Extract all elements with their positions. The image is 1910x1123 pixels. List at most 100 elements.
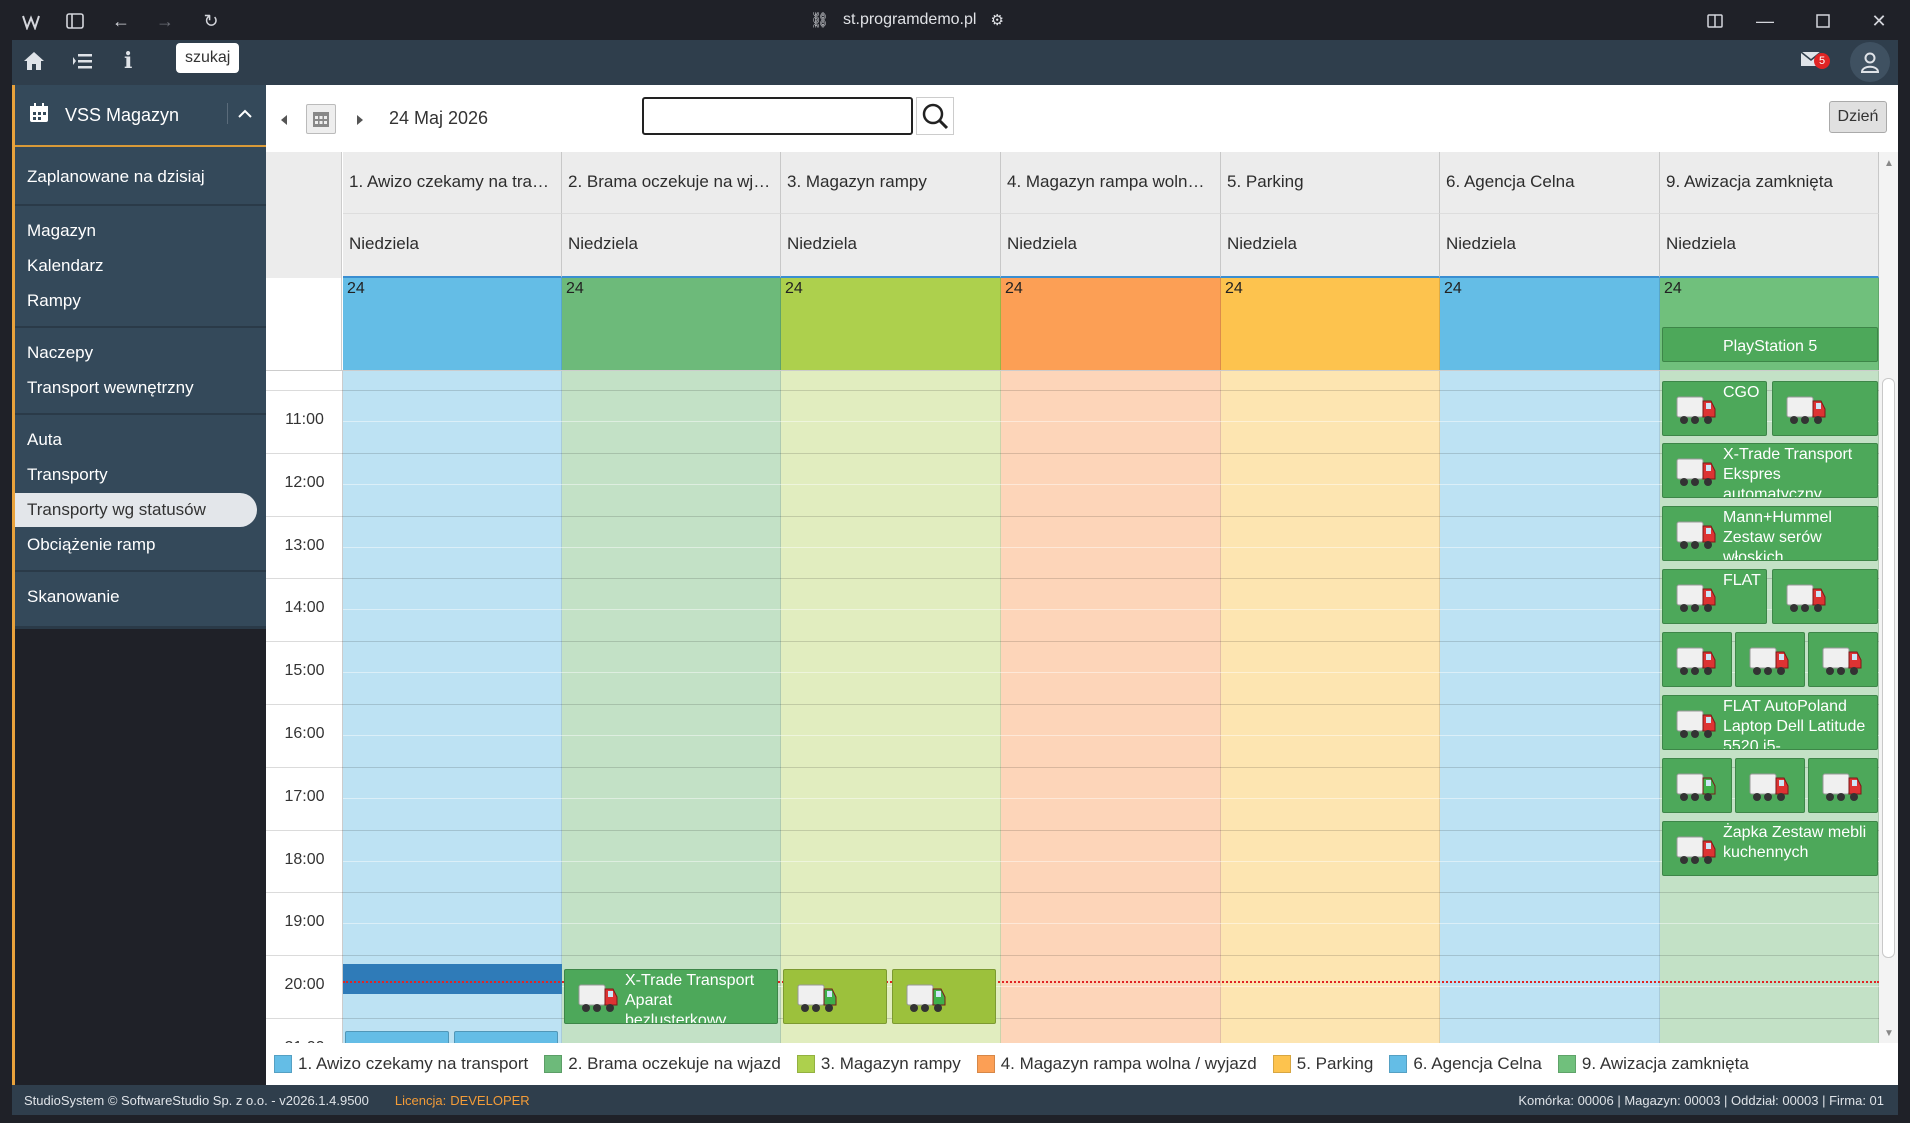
sidebar-header[interactable]: VSS Magazyn bbox=[15, 85, 266, 147]
legend-label: 2. Brama oczekuje na wjazd bbox=[568, 1054, 781, 1073]
sidebar-item-auta[interactable]: Auta bbox=[27, 430, 62, 450]
info-icon[interactable]: i bbox=[124, 48, 132, 74]
column-title: 4. Magazyn rampa woln… bbox=[1007, 172, 1205, 191]
event-card[interactable] bbox=[1662, 632, 1732, 687]
column-header[interactable]: 5. Parking bbox=[1221, 152, 1440, 214]
menu-collapse-icon[interactable] bbox=[72, 52, 94, 75]
sidebar-item-transporty[interactable]: Transporty bbox=[27, 465, 108, 485]
search-input[interactable] bbox=[642, 97, 913, 135]
sidebar-item-magazyn[interactable]: Magazyn bbox=[27, 221, 96, 241]
legend-item: 4. Magazyn rampa wolna / wyjazd bbox=[976, 1054, 1257, 1074]
hour-line bbox=[266, 516, 1879, 517]
allday-cell[interactable]: 24 bbox=[1221, 278, 1440, 370]
column-title: 6. Agencja Celna bbox=[1446, 172, 1575, 191]
search-tooltip[interactable]: szukaj bbox=[176, 43, 240, 73]
sidebar-toggle-icon[interactable] bbox=[62, 8, 88, 34]
hour-line bbox=[266, 830, 1879, 831]
search-button[interactable] bbox=[916, 97, 954, 135]
day-name: Niedziela bbox=[1227, 234, 1297, 253]
legend-swatch bbox=[976, 1055, 995, 1073]
column-header[interactable]: 9. Awizacja zamknięta bbox=[1660, 152, 1879, 214]
half-hour-line bbox=[343, 735, 1879, 736]
sidebar-item-zaplanowane[interactable]: Zaplanowane na dzisiaj bbox=[27, 167, 205, 187]
next-day-icon[interactable] bbox=[356, 113, 364, 131]
current-time-slot[interactable] bbox=[343, 964, 562, 994]
column-body[interactable] bbox=[1001, 370, 1221, 1046]
date-picker-icon[interactable] bbox=[306, 104, 336, 134]
hour-line bbox=[266, 892, 1879, 893]
column-header[interactable]: 6. Agencja Celna bbox=[1440, 152, 1660, 214]
event-card[interactable]: Żapka Zestaw mebli kuchennych bbox=[1662, 821, 1878, 876]
hour-line bbox=[266, 704, 1879, 705]
event-card[interactable]: FLAT bbox=[1662, 569, 1767, 624]
vertical-scrollbar[interactable]: ▲ ▼ bbox=[1879, 152, 1898, 1046]
column-day: Niedziela bbox=[1221, 214, 1440, 278]
column-body[interactable] bbox=[343, 370, 562, 1046]
legend-swatch bbox=[796, 1055, 815, 1073]
column-body[interactable] bbox=[781, 370, 1001, 1046]
event-card[interactable] bbox=[1772, 569, 1878, 624]
truck-icon bbox=[1675, 581, 1717, 615]
user-avatar-icon[interactable] bbox=[1850, 42, 1890, 82]
site-settings-icon[interactable]: ⚙ bbox=[990, 11, 1003, 29]
back-icon[interactable]: ← bbox=[108, 8, 134, 34]
event-card[interactable]: PlayStation 5 bbox=[1662, 327, 1878, 362]
chevron-up-icon[interactable] bbox=[227, 103, 252, 124]
column-body[interactable] bbox=[1440, 370, 1660, 1046]
sidebar-item-skanowanie[interactable]: Skanowanie bbox=[27, 587, 120, 607]
column-header[interactable]: 3. Magazyn rampy bbox=[781, 152, 1001, 214]
sidebar-item-transport-wewnetrzny[interactable]: Transport wewnętrzny bbox=[27, 378, 194, 398]
sidebar-item-kalendarz[interactable]: Kalendarz bbox=[27, 256, 104, 276]
event-card[interactable]: X-Trade Transport Aparat bezlusterkowy bbox=[564, 969, 778, 1024]
day-name: Niedziela bbox=[568, 234, 638, 253]
event-card[interactable]: Mann+Hummel Zestaw serów włoskich bbox=[1662, 506, 1878, 561]
event-card[interactable] bbox=[783, 969, 887, 1024]
sidebar-item-transporty-wg-statusow[interactable]: Transporty wg statusów bbox=[15, 493, 257, 527]
mail-icon[interactable]: 5 bbox=[1800, 51, 1830, 72]
split-view-icon[interactable] bbox=[1702, 8, 1728, 34]
browser-logo-icon[interactable] bbox=[18, 8, 44, 34]
event-card[interactable] bbox=[1808, 632, 1878, 687]
column-body[interactable] bbox=[1221, 370, 1440, 1046]
column-header[interactable]: 4. Magazyn rampa woln… bbox=[1001, 152, 1221, 214]
legend-label: 3. Magazyn rampy bbox=[820, 1054, 961, 1073]
truck-icon bbox=[905, 981, 947, 1015]
event-card[interactable] bbox=[1772, 381, 1878, 436]
event-card[interactable]: FLAT AutoPoland Laptop Dell Latitude 552… bbox=[1662, 695, 1878, 750]
column-header[interactable]: 2. Brama oczekuje na wj… bbox=[562, 152, 781, 214]
legend-label: 1. Awizo czekamy na transport bbox=[298, 1054, 529, 1073]
allday-cell[interactable]: 24 bbox=[781, 278, 1001, 370]
event-label: Żapka Zestaw mebli kuchennych bbox=[1723, 824, 1867, 861]
minimize-icon[interactable]: — bbox=[1752, 8, 1778, 34]
event-card[interactable]: CGO bbox=[1662, 381, 1767, 436]
reload-icon[interactable]: ↻ bbox=[198, 8, 224, 34]
event-card[interactable] bbox=[892, 969, 996, 1024]
column-title: 5. Parking bbox=[1227, 172, 1304, 191]
event-card[interactable] bbox=[1735, 632, 1805, 687]
allday-cell[interactable]: 24 bbox=[1440, 278, 1660, 370]
prev-day-icon[interactable] bbox=[280, 113, 288, 131]
event-card[interactable] bbox=[1662, 758, 1732, 813]
maximize-icon[interactable] bbox=[1810, 8, 1836, 34]
sidebar-item-rampy[interactable]: Rampy bbox=[27, 291, 81, 311]
scrollbar-thumb[interactable] bbox=[1882, 378, 1895, 958]
time-label: 19:00 bbox=[284, 913, 325, 930]
close-icon[interactable]: ✕ bbox=[1866, 8, 1892, 34]
allday-cell[interactable]: 24 bbox=[343, 278, 562, 370]
event-card[interactable] bbox=[1808, 758, 1878, 813]
sidebar-item-obciazenie-ramp[interactable]: Obciążenie ramp bbox=[27, 535, 156, 555]
sidebar-item-naczepy[interactable]: Naczepy bbox=[27, 343, 93, 363]
column-body[interactable] bbox=[562, 370, 781, 1046]
allday-cell[interactable]: 24 bbox=[1001, 278, 1221, 370]
home-icon[interactable] bbox=[22, 50, 46, 77]
column-header[interactable]: 1. Awizo czekamy na tra… bbox=[343, 152, 562, 214]
forward-icon[interactable]: → bbox=[152, 8, 178, 34]
truck-icon bbox=[796, 981, 838, 1015]
allday-cell[interactable]: 24 bbox=[562, 278, 781, 370]
event-card[interactable] bbox=[1735, 758, 1805, 813]
view-day-button[interactable]: Dzień bbox=[1829, 101, 1887, 133]
address-bar[interactable]: ⛓ st.programdemo.pl ⚙ bbox=[810, 9, 1004, 31]
event-label: FLAT bbox=[1723, 572, 1761, 589]
time-label: 14:00 bbox=[284, 599, 325, 616]
event-card[interactable]: X-Trade Transport Ekspres automatyczny bbox=[1662, 443, 1878, 498]
